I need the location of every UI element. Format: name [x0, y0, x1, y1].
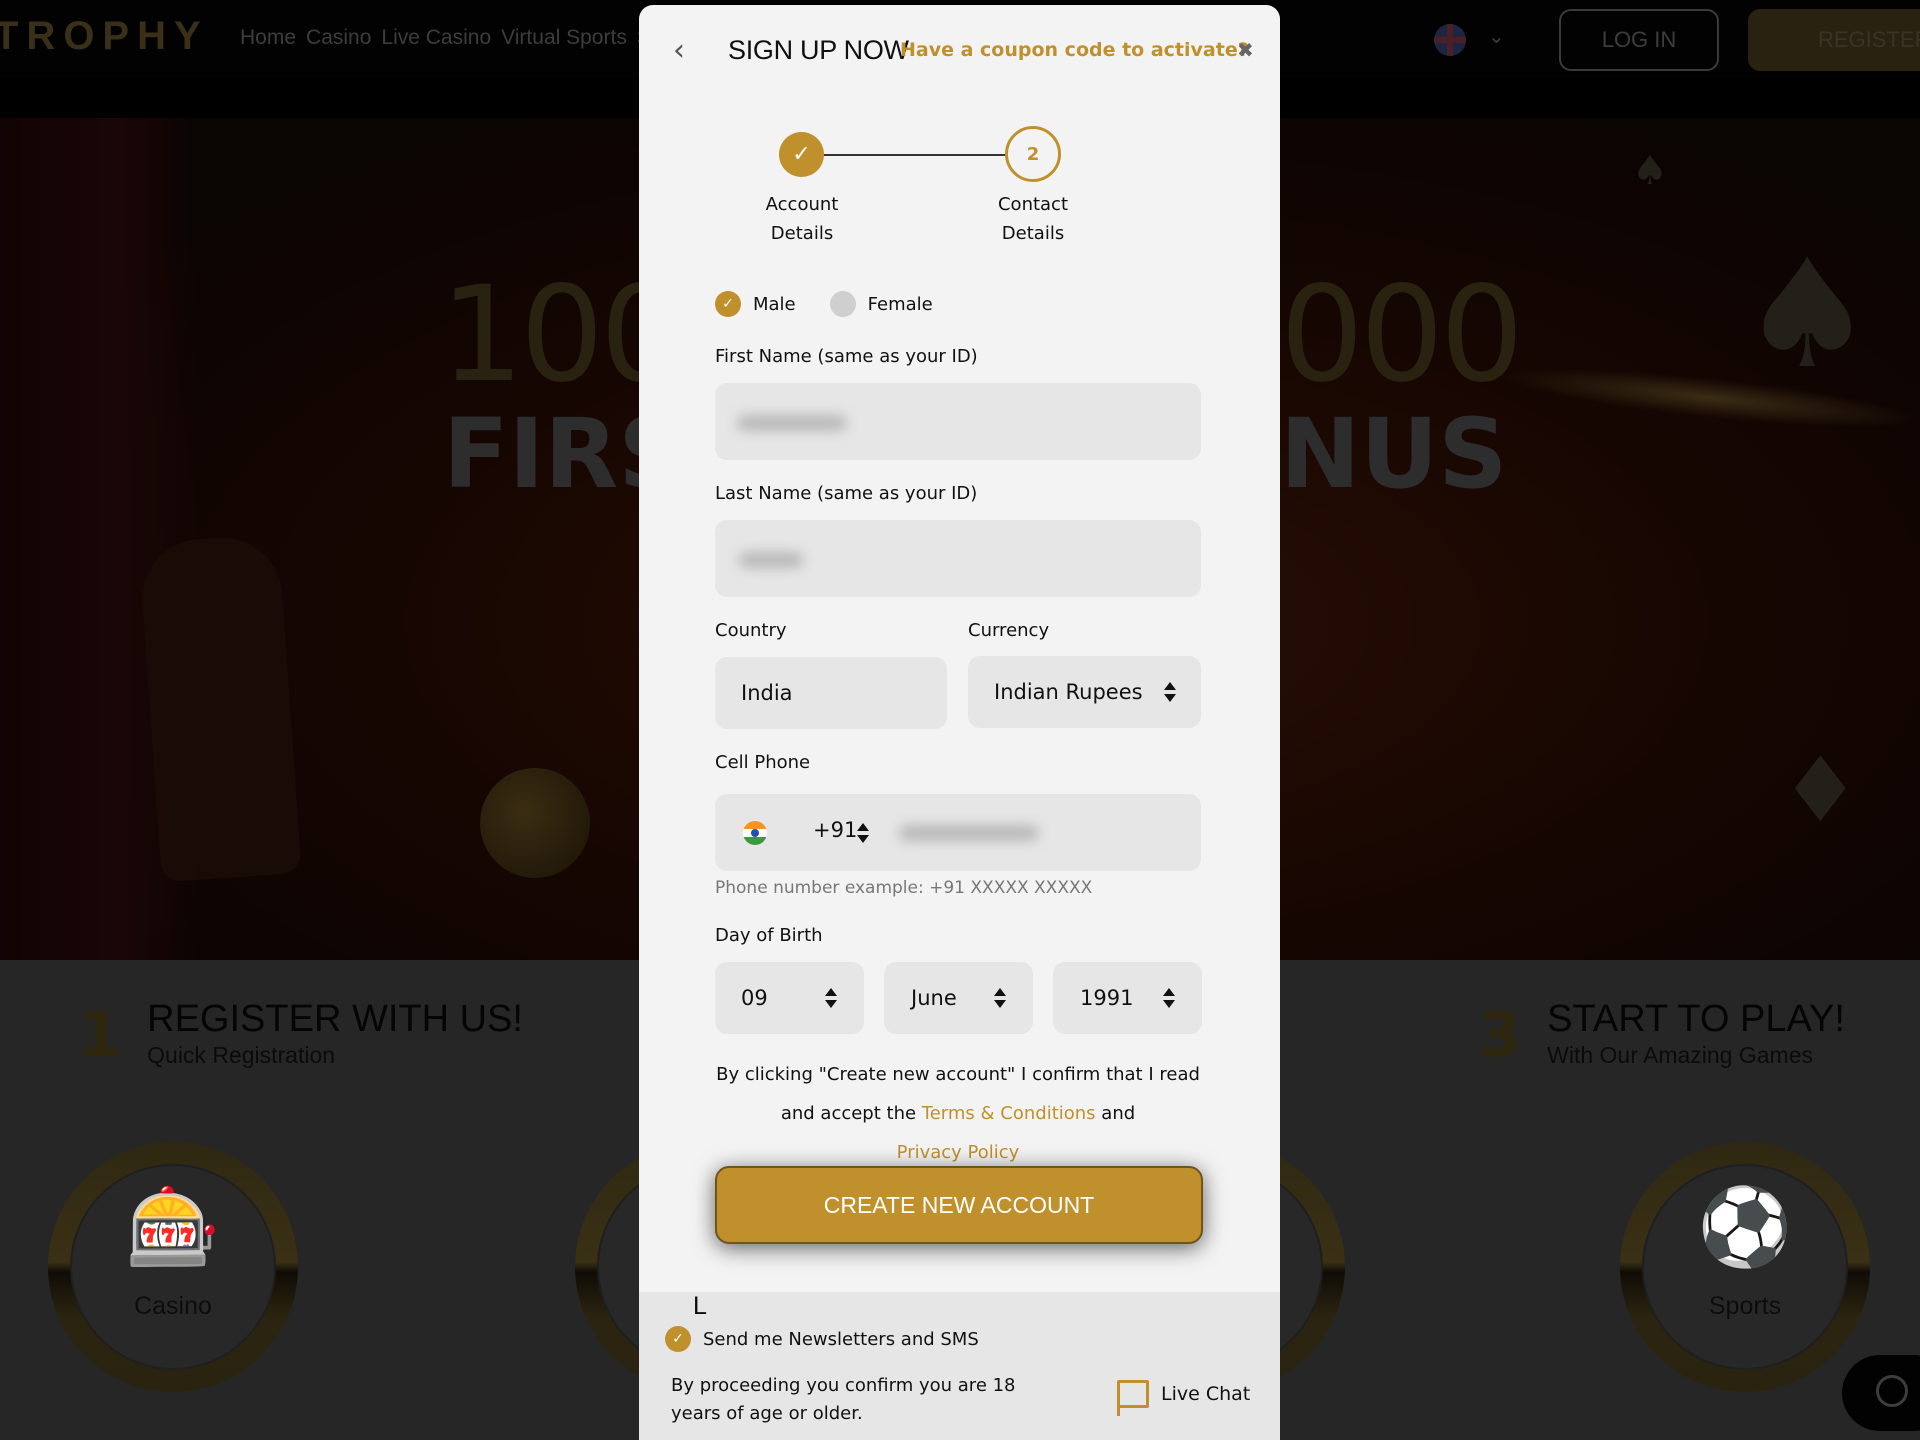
login-button[interactable]: LOG IN: [1559, 9, 1719, 71]
chat-icon: [1876, 1375, 1908, 1407]
step-number: 3: [1478, 998, 1522, 1071]
redacted-value: [739, 552, 803, 568]
first-name-label: First Name (same as your ID): [715, 346, 978, 367]
step-1-label: Account Details: [732, 190, 872, 248]
currency-select[interactable]: Indian Rupees: [968, 656, 1201, 728]
step-subtitle: Quick Registration: [147, 1041, 336, 1068]
sort-updown-icon: [1164, 682, 1176, 702]
chat-bubble-icon: [1117, 1380, 1149, 1416]
sort-updown-icon: [825, 988, 837, 1008]
india-flag-icon: [743, 821, 767, 845]
newsletter-checkbox[interactable]: ✓ Send me Newsletters and SMS: [665, 1326, 979, 1352]
radio-checked-icon: ✓: [715, 291, 741, 317]
hero-hand-image: [138, 533, 302, 883]
step-1-label-line1: Account: [765, 194, 839, 215]
currency-value: Indian Rupees: [994, 680, 1143, 704]
create-account-button[interactable]: CREATE NEW ACCOUNT: [715, 1166, 1203, 1244]
last-name-label: Last Name (same as your ID): [715, 483, 978, 504]
uk-flag-icon[interactable]: [1434, 24, 1466, 56]
radio-label: Female: [867, 293, 933, 315]
step-1-label-line2: Details: [770, 223, 834, 244]
gender-radio-group: ✓ Male Female: [715, 291, 933, 317]
step-subtitle: With Our Amazing Games: [1547, 1041, 1813, 1068]
main-nav: Home Casino Live Casino Virtual Sports S: [240, 26, 651, 50]
country-value: India: [741, 681, 793, 705]
chevron-down-icon[interactable]: ⌄: [1488, 24, 1505, 48]
dial-code-select[interactable]: +91: [813, 818, 857, 842]
ring-label: Sports: [1708, 1292, 1782, 1320]
modal-title: SIGN UP NOW: [728, 35, 909, 65]
newsletter-label: Send me Newsletters and SMS: [703, 1328, 979, 1350]
step-3: 3 START TO PLAY! With Our Amazing Games: [1478, 998, 1845, 1071]
cell-phone-label: Cell Phone: [715, 752, 811, 773]
chat-widget-button[interactable]: [1842, 1355, 1920, 1431]
birth-day-select[interactable]: 09: [715, 962, 864, 1034]
sports-balls-icon: ⚽: [1697, 1182, 1793, 1271]
phone-hint: Phone number example: +91 XXXXX XXXXX: [715, 878, 1093, 898]
radio-label: Male: [753, 293, 796, 315]
birth-year-value: 1991: [1080, 986, 1134, 1010]
step-2-label-line1: Contact: [997, 194, 1069, 215]
close-icon[interactable]: ✖: [1237, 38, 1254, 62]
country-label: Country: [715, 620, 787, 641]
radio-unchecked-icon: [829, 291, 856, 317]
nav-item-virtual-sports[interactable]: Virtual Sports: [501, 26, 627, 50]
step-title: REGISTER WITH US!: [147, 998, 523, 1040]
privacy-policy-link[interactable]: Privacy Policy: [897, 1142, 1020, 1163]
coupon-code-link[interactable]: Have a coupon code to activate?: [900, 39, 1249, 61]
country-field[interactable]: India: [715, 657, 947, 729]
nav-item-home[interactable]: Home: [240, 26, 296, 50]
redacted-value: [737, 415, 847, 431]
gender-radio-male[interactable]: ✓ Male: [715, 291, 796, 317]
terms-consent-text: By clicking "Create new account" I confi…: [715, 1055, 1201, 1172]
checkbox-checked-icon: ✓: [665, 1326, 691, 1352]
step-2-label: Contact Details: [963, 190, 1103, 248]
step-1: 1 REGISTER WITH US! Quick Registration: [78, 998, 523, 1071]
step-complete-check-icon[interactable]: ✓: [779, 132, 824, 177]
phone-field: +91: [715, 794, 1201, 871]
step-2-indicator: 2: [1005, 126, 1061, 182]
currency-label: Currency: [968, 620, 1050, 641]
terms-link[interactable]: Terms & Conditions: [922, 1103, 1096, 1124]
game-ring-casino[interactable]: 🎰 Casino: [48, 1142, 298, 1392]
birth-date-label: Day of Birth: [715, 925, 823, 946]
step-title: START TO PLAY!: [1547, 998, 1845, 1040]
consent-text-middle: and: [1101, 1103, 1136, 1124]
sort-updown-icon: [1163, 988, 1175, 1008]
nav-item-live-casino[interactable]: Live Casino: [381, 26, 491, 50]
hero-label-right: NUS: [1280, 398, 1508, 510]
ring-label: Casino: [134, 1292, 212, 1320]
sort-updown-icon: [857, 823, 869, 843]
coin-image: [480, 768, 590, 878]
birth-month-select[interactable]: June: [884, 962, 1033, 1034]
birth-month-value: June: [911, 986, 957, 1010]
birth-year-select[interactable]: 1991: [1053, 962, 1202, 1034]
ring-label: L: [693, 1292, 707, 1320]
first-name-input[interactable]: [715, 383, 1201, 460]
modal-header: ‹ SIGN UP NOW Have a coupon code to acti…: [639, 5, 1280, 95]
hero-amount-right: 000: [1280, 258, 1524, 412]
live-chat-button[interactable]: Live Chat: [1117, 1380, 1251, 1416]
spade-icon: ♠: [1740, 228, 1875, 402]
step-2-label-line2: Details: [1001, 223, 1065, 244]
birth-day-value: 09: [741, 986, 768, 1010]
step-number: 1: [78, 998, 122, 1071]
registration-stepper: ✓ 2 Account Details Contact Details: [639, 100, 1280, 250]
game-ring-sports[interactable]: ⚽ Sports: [1620, 1142, 1870, 1392]
phone-number-input[interactable]: [899, 825, 1039, 841]
nav-item-casino[interactable]: Casino: [306, 26, 371, 50]
signup-modal: ‹ SIGN UP NOW Have a coupon code to acti…: [639, 5, 1280, 1440]
last-name-input[interactable]: [715, 520, 1201, 597]
back-arrow-icon[interactable]: ‹: [673, 36, 697, 66]
sort-updown-icon: [994, 988, 1006, 1008]
slot-machine-icon: 🎰: [125, 1182, 221, 1271]
site-logo[interactable]: TROPHY: [0, 14, 209, 59]
spade-icon: ♠: [1632, 148, 1668, 194]
age-confirmation-note: By proceeding you confirm you are 18 yea…: [671, 1375, 1016, 1424]
gender-radio-female[interactable]: Female: [829, 291, 933, 317]
register-button[interactable]: REGISTER: [1748, 9, 1920, 71]
diamond-icon: ♦: [1780, 738, 1861, 843]
live-chat-label: Live Chat: [1161, 1383, 1251, 1405]
